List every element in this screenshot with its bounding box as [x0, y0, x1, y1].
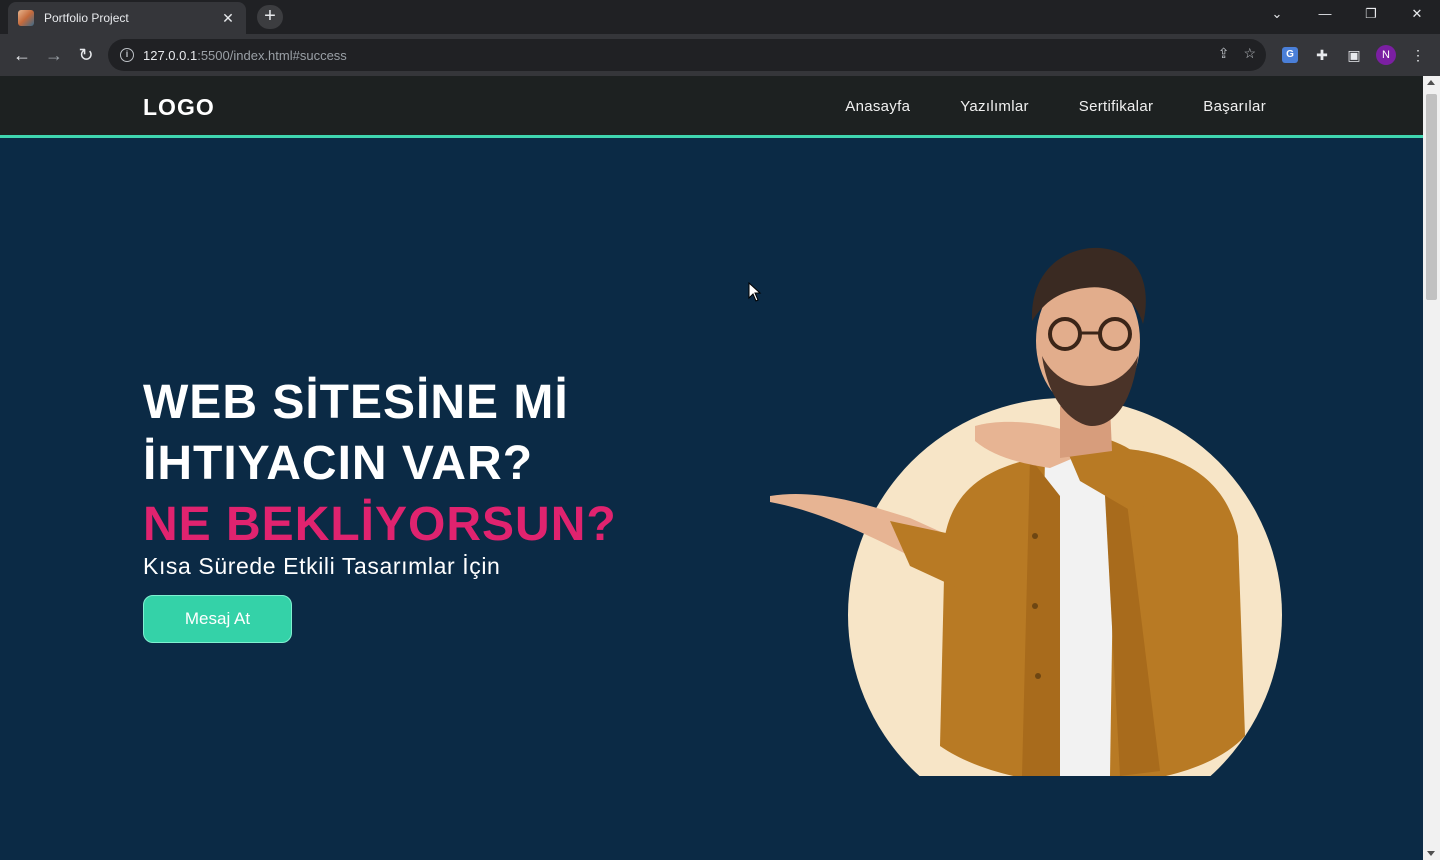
window-close-button[interactable]: ✕ [1394, 0, 1440, 30]
side-panel-icon[interactable]: ▣ [1344, 45, 1364, 65]
site-header: LOGO Anasayfa Yazılımlar Sertifikalar Ba… [0, 76, 1423, 138]
browser-toolbar: ← → ↻ i 127.0.0.1:5500/index.html#succes… [0, 34, 1440, 76]
star-icon[interactable]: ☆ [1243, 45, 1256, 62]
hero-text: WEB SİTESİNE Mİ İHTIYACIN VAR? NE BEKLİY… [143, 372, 703, 581]
message-button[interactable]: Mesaj At [143, 595, 292, 643]
restore-button[interactable]: ❐ [1348, 0, 1394, 30]
close-icon[interactable]: ✕ [220, 10, 236, 27]
nav-item-yazilimlar[interactable]: Yazılımlar [960, 98, 1029, 115]
jacket-button [1035, 673, 1041, 679]
scrollbar-thumb[interactable] [1426, 94, 1437, 300]
tab-search-icon[interactable]: ⌄ [1254, 0, 1300, 30]
extensions-puzzle-icon[interactable]: ✚ [1312, 45, 1332, 65]
browser-tab[interactable]: Portfolio Project ✕ [8, 2, 246, 34]
scroll-down-arrow-icon[interactable] [1427, 851, 1435, 856]
mouse-cursor-icon [748, 282, 762, 302]
info-icon[interactable]: i [120, 48, 134, 62]
forward-arrow-icon[interactable]: → [42, 43, 66, 67]
jacket-button [1032, 603, 1038, 609]
minimize-button[interactable]: — [1302, 0, 1348, 30]
favicon-icon [18, 10, 34, 26]
plus-icon: + [264, 5, 276, 27]
hero-heading-line2: İHTIYACIN VAR? [143, 437, 534, 490]
nav-item-anasayfa[interactable]: Anasayfa [845, 98, 910, 115]
new-tab-button[interactable]: + [257, 5, 283, 29]
browser-tab-bar: Portfolio Project ✕ + ⌄ — ❐ ✕ [0, 0, 1440, 34]
url-host: 127.0.0.1 [143, 47, 198, 63]
menu-dots-icon[interactable]: ⋮ [1408, 45, 1428, 65]
reload-icon[interactable]: ↻ [74, 43, 98, 67]
hero-heading-line1: WEB SİTESİNE Mİ [143, 376, 569, 429]
hero-subtitle: Kısa Sürede Etkili Tasarımlar İçin [143, 553, 501, 579]
translate-icon[interactable]: G [1282, 47, 1298, 63]
main-nav: Anasayfa Yazılımlar Sertifikalar Başarıl… [845, 98, 1266, 115]
share-icon[interactable]: ⇪ [1218, 45, 1230, 62]
nav-item-basarilar[interactable]: Başarılar [1203, 98, 1266, 115]
site-logo[interactable]: LOGO [143, 94, 215, 121]
url-path: :5500/index.html#success [197, 47, 347, 63]
hero-heading-accent: NE BEKLİYORSUN? [143, 498, 617, 551]
back-arrow-icon[interactable]: ← [10, 43, 34, 67]
page-scrollbar[interactable] [1423, 76, 1440, 860]
address-bar[interactable]: i 127.0.0.1:5500/index.html#success ⇪ ☆ [108, 39, 1266, 71]
jacket-button [1032, 533, 1038, 539]
page-viewport: LOGO Anasayfa Yazılımlar Sertifikalar Ba… [0, 76, 1423, 860]
scroll-up-arrow-icon[interactable] [1427, 80, 1435, 85]
nav-item-sertifikalar[interactable]: Sertifikalar [1079, 98, 1153, 115]
tab-title: Portfolio Project [44, 11, 129, 25]
hero-person-image [770, 247, 1282, 776]
profile-avatar[interactable]: N [1376, 45, 1396, 65]
